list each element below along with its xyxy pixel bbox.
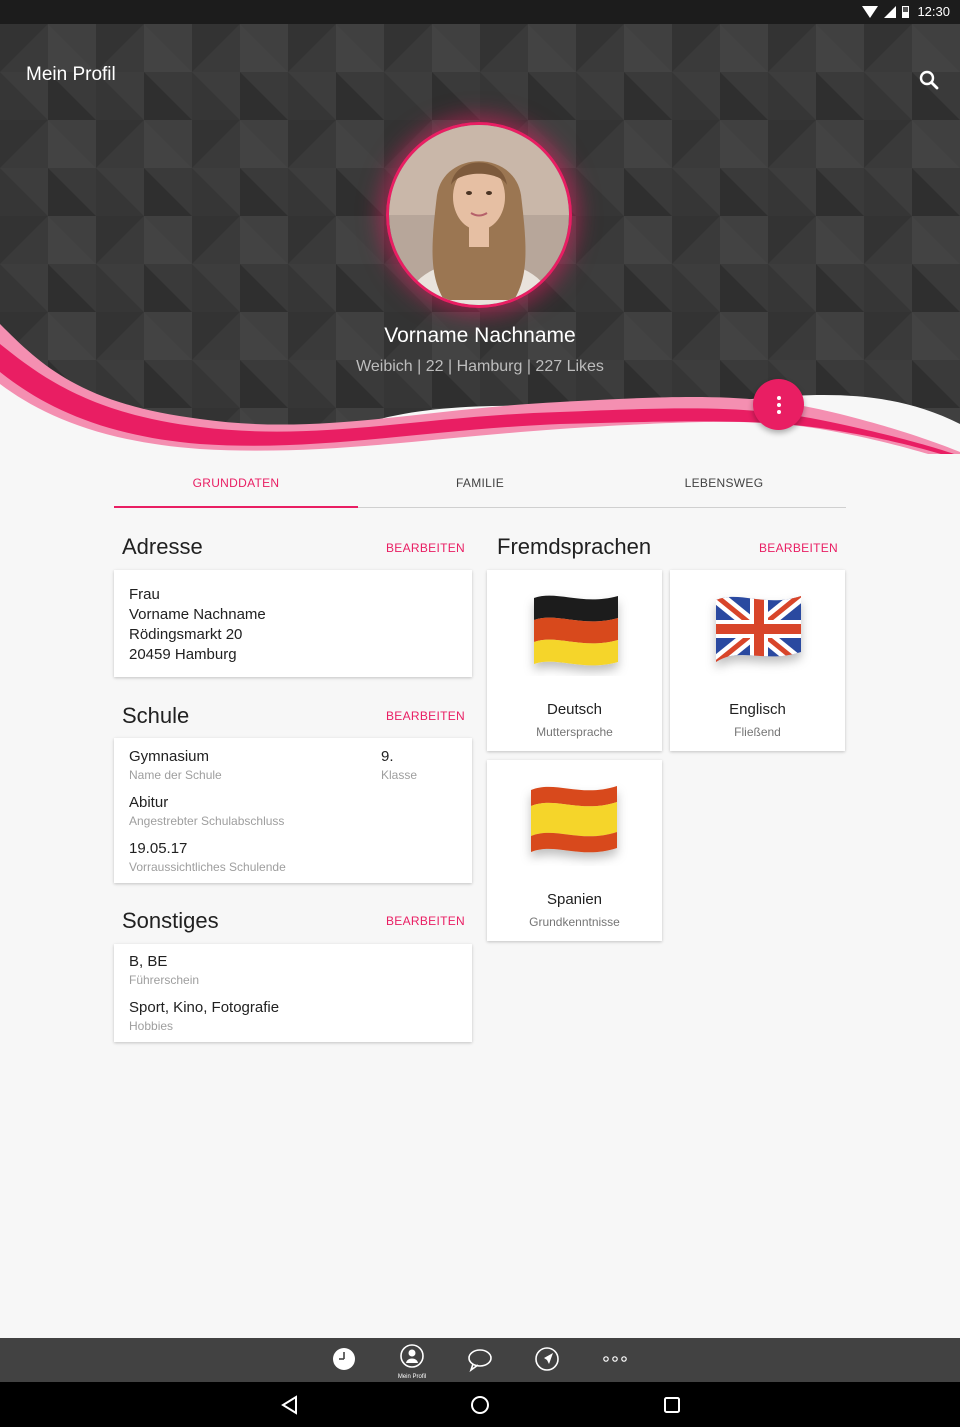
tab-grunddaten[interactable]: GRUNDDATEN bbox=[114, 464, 358, 508]
address-street: Rödingsmarkt 20 bbox=[129, 626, 243, 643]
license-value: B, BE bbox=[129, 953, 168, 970]
schule-card: Gymnasium Name der Schule 9. Klasse Abit… bbox=[114, 738, 472, 883]
address-name: Vorname Nachname bbox=[129, 606, 266, 623]
adresse-title: Adresse bbox=[122, 534, 203, 559]
hobbies-label: Hobbies bbox=[129, 1019, 174, 1033]
degree-label: Angestrebter Schulabschluss bbox=[129, 814, 285, 828]
nav-navigation[interactable] bbox=[527, 1344, 567, 1380]
sonstiges-title: Sonstiges bbox=[122, 908, 219, 933]
nav-chat[interactable] bbox=[460, 1344, 500, 1380]
tab-lebensweg[interactable]: LEBENSWEG bbox=[602, 464, 846, 507]
address-city: 20459 Hamburg bbox=[129, 646, 237, 663]
back-icon[interactable] bbox=[277, 1392, 303, 1418]
language-level: Fließend bbox=[734, 725, 781, 739]
signal-icon bbox=[884, 5, 897, 18]
address-salutation: Frau bbox=[129, 586, 160, 603]
uk-flag-icon bbox=[716, 596, 801, 662]
fremdsprachen-edit-button[interactable]: BEARBEITEN bbox=[759, 541, 838, 555]
spain-flag-icon bbox=[531, 786, 617, 853]
degree-value: Abitur bbox=[129, 794, 169, 811]
recents-icon[interactable] bbox=[659, 1392, 685, 1418]
language-name: Deutsch bbox=[546, 701, 603, 718]
battery-icon bbox=[902, 5, 910, 18]
dot bbox=[776, 409, 781, 414]
profile-header: Mein Profil Vorname Nachname Weibich | 2… bbox=[0, 24, 960, 454]
avatar-photo bbox=[389, 125, 569, 305]
nav-more[interactable] bbox=[595, 1344, 635, 1380]
license-label: Führerschein bbox=[129, 973, 200, 987]
profile-icon bbox=[400, 1344, 424, 1368]
language-level: Muttersprache bbox=[536, 725, 613, 739]
search-icon[interactable] bbox=[916, 67, 942, 93]
language-name: Englisch bbox=[729, 701, 786, 718]
status-bar: 12:30 bbox=[0, 0, 960, 24]
avatar[interactable] bbox=[386, 122, 572, 308]
dot bbox=[776, 402, 781, 407]
dot bbox=[776, 395, 781, 400]
chat-icon bbox=[468, 1349, 492, 1373]
school-end-value: 19.05.17 bbox=[129, 840, 188, 857]
hobbies-value: Sport, Kino, Fotografie bbox=[129, 999, 280, 1016]
status-time: 12:30 bbox=[917, 4, 950, 19]
germany-flag-icon bbox=[534, 595, 618, 666]
sonstiges-card: B, BE Führerschein Sport, Kino, Fotograf… bbox=[114, 944, 472, 1042]
appbar-title: Mein Profil bbox=[26, 64, 116, 85]
class-label: Klasse bbox=[381, 768, 418, 782]
schule-edit-button[interactable]: BEARBEITEN bbox=[386, 709, 465, 723]
adresse-card: Frau Vorname Nachname Rödingsmarkt 20 20… bbox=[114, 570, 472, 677]
tab-familie[interactable]: FAMILIE bbox=[358, 464, 602, 507]
nav-profile-label: Mein Profil bbox=[397, 1374, 427, 1380]
profile-name: Vorname Nachname bbox=[384, 324, 576, 347]
school-name-label: Name der Schule bbox=[129, 768, 222, 782]
language-level: Grundkenntnisse bbox=[529, 915, 620, 929]
school-name-value: Gymnasium bbox=[129, 748, 210, 765]
language-name: Spanien bbox=[546, 891, 603, 908]
clock-icon bbox=[333, 1348, 355, 1370]
adresse-edit-button[interactable]: BEARBEITEN bbox=[386, 541, 465, 555]
class-value: 9. bbox=[381, 748, 394, 765]
nav-profile[interactable]: Mein Profil bbox=[392, 1344, 432, 1380]
profile-meta: Weibich | 22 | Hamburg | 227 Likes bbox=[356, 358, 604, 375]
home-icon[interactable] bbox=[467, 1392, 493, 1418]
language-card-deutsch[interactable]: Deutsch Muttersprache bbox=[487, 570, 662, 751]
more-icon bbox=[603, 1356, 627, 1362]
tab-bar: GRUNDDATEN FAMILIE LEBENSWEG bbox=[114, 464, 846, 508]
language-card-englisch[interactable]: Englisch Fließend bbox=[670, 570, 845, 751]
more-options-button[interactable] bbox=[753, 379, 804, 430]
fremdsprachen-title: Fremdsprachen bbox=[497, 534, 652, 559]
navigation-icon bbox=[535, 1347, 559, 1371]
nav-clock[interactable] bbox=[324, 1344, 364, 1380]
wifi-icon bbox=[862, 5, 879, 18]
bottom-navigation: Mein Profil bbox=[0, 1338, 960, 1382]
sonstiges-edit-button[interactable]: BEARBEITEN bbox=[386, 914, 465, 928]
schule-title: Schule bbox=[122, 703, 190, 728]
school-end-label: Vorraussichtliches Schulende bbox=[129, 860, 286, 874]
system-navigation-bar bbox=[0, 1382, 960, 1427]
language-card-spanien[interactable]: Spanien Grundkenntnisse bbox=[487, 760, 662, 941]
